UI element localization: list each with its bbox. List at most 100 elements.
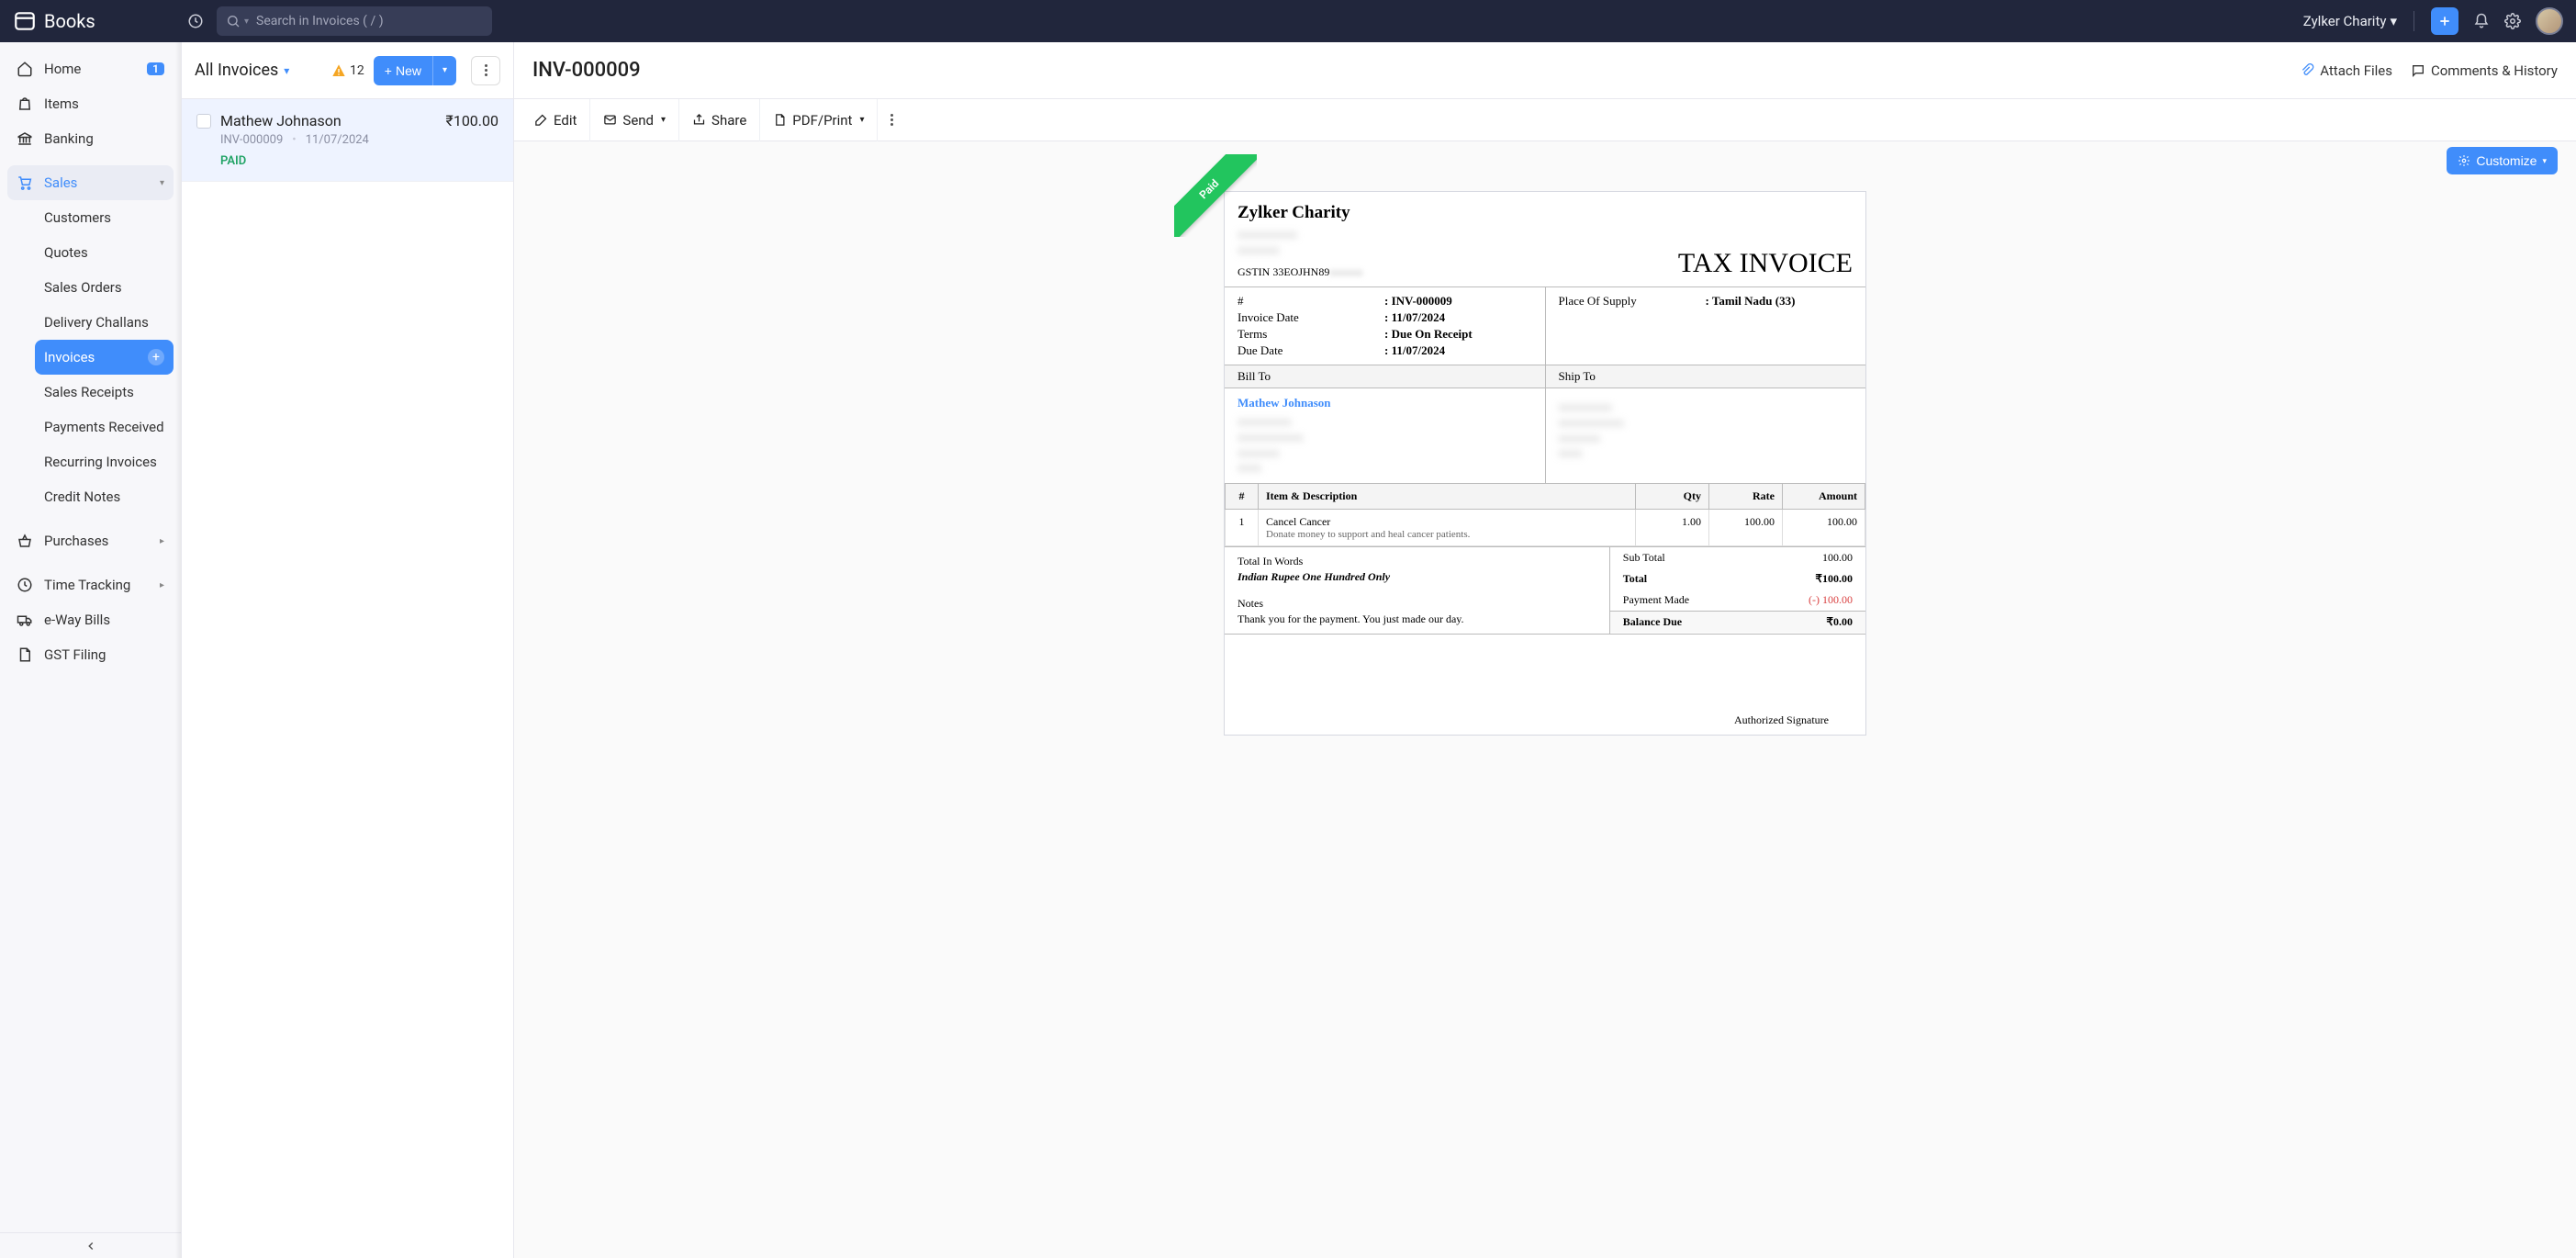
search-input[interactable]: ▾ Search in Invoices ( / )	[217, 6, 492, 36]
invoice-gstin: GSTIN 33EOJHN89xxxxxx	[1238, 265, 1678, 279]
pdf-icon	[773, 113, 787, 127]
nav-payments-received[interactable]: Payments Received	[35, 410, 174, 444]
th-index: #	[1226, 484, 1259, 510]
shipto-cell: xxxxxxxxxxxxxxxxxxxxxxxxxxxxxxx	[1546, 388, 1866, 484]
td-index: 1	[1226, 510, 1259, 546]
th-qty: Qty	[1636, 484, 1709, 510]
meta-label-date: Invoice Date	[1238, 310, 1384, 325]
org-name-label: Zylker Charity	[2303, 13, 2387, 29]
list-more-button[interactable]	[471, 56, 500, 85]
detail-title: INV-000009	[532, 59, 2281, 82]
customize-button[interactable]: Customize ▾	[2447, 147, 2558, 174]
nav-home[interactable]: Home 1	[7, 51, 174, 86]
chevron-down-icon: ▾	[160, 178, 164, 188]
balance-value: ₹0.00	[1826, 615, 1853, 629]
nav-quotes[interactable]: Quotes	[35, 235, 174, 270]
detail-toolbar: Edit Send ▾ Share PDF/Print ▾	[514, 99, 2576, 141]
warning-count[interactable]: 12	[331, 63, 364, 78]
item-name: Cancel Cancer	[1266, 515, 1628, 529]
cart-icon	[17, 174, 33, 191]
chevron-right-icon: ▸	[160, 536, 164, 546]
th-rate: Rate	[1709, 484, 1783, 510]
bank-icon	[17, 130, 33, 147]
meta-value-pos: Tamil Nadu (33)	[1706, 294, 1796, 309]
attach-files-button[interactable]: Attach Files	[2300, 62, 2392, 79]
clock-icon	[17, 577, 33, 593]
nav-sales-orders[interactable]: Sales Orders	[35, 270, 174, 305]
send-label: Send	[622, 112, 654, 129]
meta-value-number: INV-000009	[1384, 294, 1452, 309]
nav-time-tracking[interactable]: Time Tracking ▸	[7, 567, 174, 602]
share-button[interactable]: Share	[679, 99, 760, 141]
user-avatar[interactable]	[2536, 7, 2563, 35]
payment-value: (-) 100.00	[1809, 593, 1853, 607]
share-label: Share	[711, 112, 746, 129]
new-button-group: + New ▾	[374, 56, 456, 85]
list-title-label: All Invoices	[195, 61, 278, 80]
nav-customers[interactable]: Customers	[35, 200, 174, 235]
chevron-down-icon: ▾	[442, 65, 447, 75]
nav-sales-receipts[interactable]: Sales Receipts	[35, 375, 174, 410]
warning-icon	[331, 63, 346, 78]
new-button-label: New	[396, 63, 421, 78]
nav-credit-notes[interactable]: Credit Notes	[35, 479, 174, 514]
paid-ribbon: Paid	[1174, 154, 1257, 237]
nav-gst-filing[interactable]: GST Filing	[7, 637, 174, 672]
nav-eway-bills[interactable]: e-Way Bills	[7, 602, 174, 637]
shipto-header: Ship To	[1546, 365, 1866, 388]
list-item-checkbox[interactable]	[196, 114, 211, 129]
recent-icon[interactable]	[187, 13, 204, 29]
sales-submenu: Customers Quotes Sales Orders Delivery C…	[7, 200, 174, 514]
settings-icon[interactable]	[2504, 13, 2521, 29]
notifications-icon[interactable]	[2473, 13, 2490, 29]
nav-recurring-invoices[interactable]: Recurring Invoices	[35, 444, 174, 479]
invoice-items-table: # Item & Description Qty Rate Amount 1	[1225, 483, 1865, 546]
add-invoice-icon[interactable]: +	[148, 349, 164, 365]
edit-button[interactable]: Edit	[521, 99, 590, 141]
app-logo[interactable]: Books	[13, 9, 187, 33]
send-button[interactable]: Send ▾	[590, 99, 679, 141]
td-rate: 100.00	[1709, 510, 1783, 546]
chevron-down-icon: ▾	[661, 115, 666, 125]
billto-header: Bill To	[1225, 365, 1546, 388]
nav-items[interactable]: Items	[7, 86, 174, 121]
meta-value-date: 11/07/2024	[1384, 310, 1445, 325]
td-qty: 1.00	[1636, 510, 1709, 546]
nav-purchases[interactable]: Purchases ▸	[7, 523, 174, 558]
list-header: All Invoices ▾ 12 + New ▾	[182, 42, 513, 99]
pdf-label: PDF/Print	[792, 112, 852, 129]
nav-banking[interactable]: Banking	[7, 121, 174, 156]
search-scope-chevron-icon[interactable]: ▾	[244, 17, 249, 27]
new-button-dropdown[interactable]: ▾	[432, 56, 456, 85]
pdf-print-button[interactable]: PDF/Print ▾	[760, 99, 878, 141]
meta-label-due: Due Date	[1238, 343, 1384, 358]
detail-more-button[interactable]	[878, 99, 906, 141]
nav-sales[interactable]: Sales ▾	[7, 165, 174, 200]
nav-delivery-challans[interactable]: Delivery Challans	[35, 305, 174, 340]
chevron-right-icon: ▸	[160, 580, 164, 590]
invoice-document: Zylker Charity xxxxxxxxxxxxxxxxx GSTIN 3…	[1224, 191, 1866, 736]
billto-name[interactable]: Mathew Johnason	[1238, 396, 1532, 410]
customize-label: Customize	[2476, 153, 2537, 168]
plus-icon	[2437, 14, 2452, 28]
nav-purchases-label: Purchases	[44, 533, 149, 549]
new-button[interactable]: + New	[374, 56, 432, 85]
paid-ribbon-label: Paid	[1174, 154, 1257, 237]
invoice-list-item[interactable]: Mathew Johnason ₹100.00 INV-000009 • 11/…	[182, 99, 513, 182]
sidebar-collapse-button[interactable]	[0, 1232, 181, 1258]
nav-gst-label: GST Filing	[44, 646, 164, 663]
nav-invoices[interactable]: Invoices +	[35, 340, 174, 375]
org-switcher[interactable]: Zylker Charity ▾	[2303, 13, 2397, 29]
meta-label-pos: Place Of Supply	[1559, 294, 1706, 309]
search-icon	[226, 14, 241, 28]
authorized-signature-label: Authorized Signature	[1734, 713, 1829, 727]
nav-time-tracking-label: Time Tracking	[44, 577, 149, 593]
nav-home-label: Home	[44, 61, 136, 77]
chevron-down-icon: ▾	[2390, 13, 2397, 29]
comments-button[interactable]: Comments & History	[2411, 62, 2558, 79]
list-filter-dropdown[interactable]: All Invoices ▾	[195, 61, 322, 80]
quick-create-button[interactable]	[2431, 7, 2458, 35]
td-item: Cancel Cancer Donate money to support an…	[1259, 510, 1636, 546]
search-placeholder: Search in Invoices ( / )	[256, 14, 384, 28]
invoice-totals-left: Total In Words Indian Rupee One Hundred …	[1225, 547, 1609, 634]
